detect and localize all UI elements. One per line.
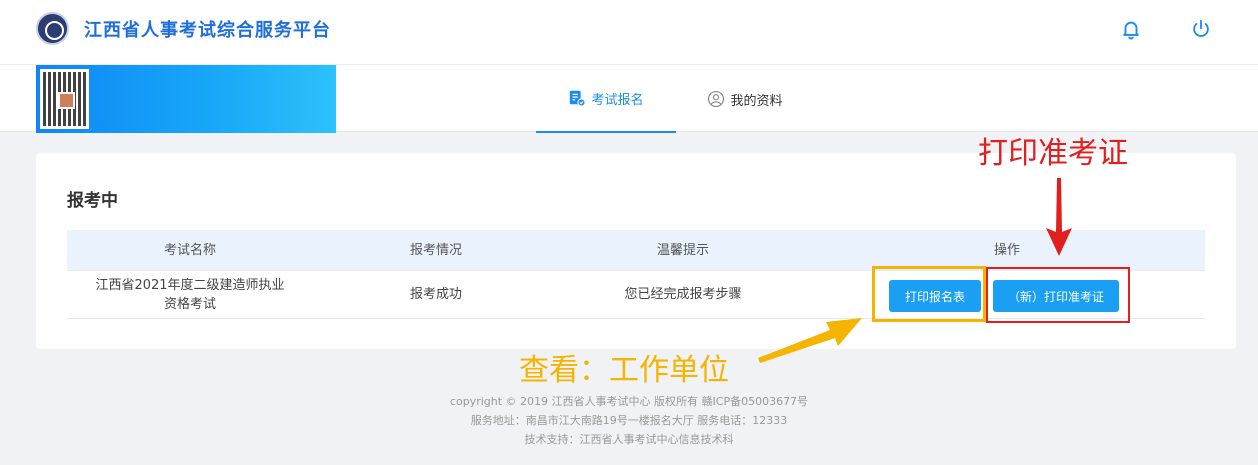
column-header: 操作 [993, 242, 1020, 258]
qr-code-icon [40, 69, 89, 129]
power-icon[interactable] [1190, 18, 1212, 40]
university-seal-icon [36, 12, 69, 45]
tab-label: 我的资料 [730, 93, 783, 109]
yellow-highlight-box [872, 266, 986, 322]
user-circle-icon [708, 90, 725, 108]
registration-form-icon [570, 90, 587, 107]
red-highlight-box [986, 267, 1130, 323]
column-header: 考试名称 [163, 242, 216, 258]
banner [36, 65, 336, 133]
annotation-print-ticket: 打印准考证 [978, 136, 1128, 171]
footer-support: 技术支持：江西省人事考试中心信息技术科 [524, 433, 734, 446]
tip-cell: 您已经完成报考步骤 [624, 287, 742, 302]
exam-name-line: 江西省2021年度二级建造师执业 [95, 277, 285, 293]
annotation-view-employer: 查看：工作单位 [519, 353, 729, 388]
bell-icon[interactable] [1120, 18, 1142, 40]
tab-label: 考试报名 [591, 92, 644, 108]
exam-name-line: 资格考试 [163, 296, 216, 312]
footer-copyright: copyright © 2019 江西省人事考试中心 版权所有 赣ICP备050… [449, 395, 809, 408]
column-header: 温馨提示 [656, 242, 709, 258]
top-header: 江西省人事考试综合服务平台 [0, 0, 1258, 64]
footer-address: 服务地址：南昌市江大南路19号一楼报名大厅 服务电话：12333 [470, 414, 788, 427]
nav-bar: 考试报名 我的资料 [0, 64, 1258, 133]
status-cell: 报考成功 [409, 287, 462, 302]
tab-my-profile[interactable]: 我的资料 [690, 65, 800, 133]
table-header: 考试名称 报考情况 温馨提示 操作 [67, 230, 1205, 270]
tab-exam-registration[interactable]: 考试报名 [536, 65, 676, 133]
footer: copyright © 2019 江西省人事考试中心 版权所有 赣ICP备050… [0, 392, 1258, 449]
column-header: 报考情况 [409, 242, 462, 258]
card-title: 报考中 [67, 191, 118, 211]
site-title: 江西省人事考试综合服务平台 [84, 20, 331, 41]
exam-name-cell: 江西省2021年度二级建造师执业 资格考试 [67, 271, 313, 318]
